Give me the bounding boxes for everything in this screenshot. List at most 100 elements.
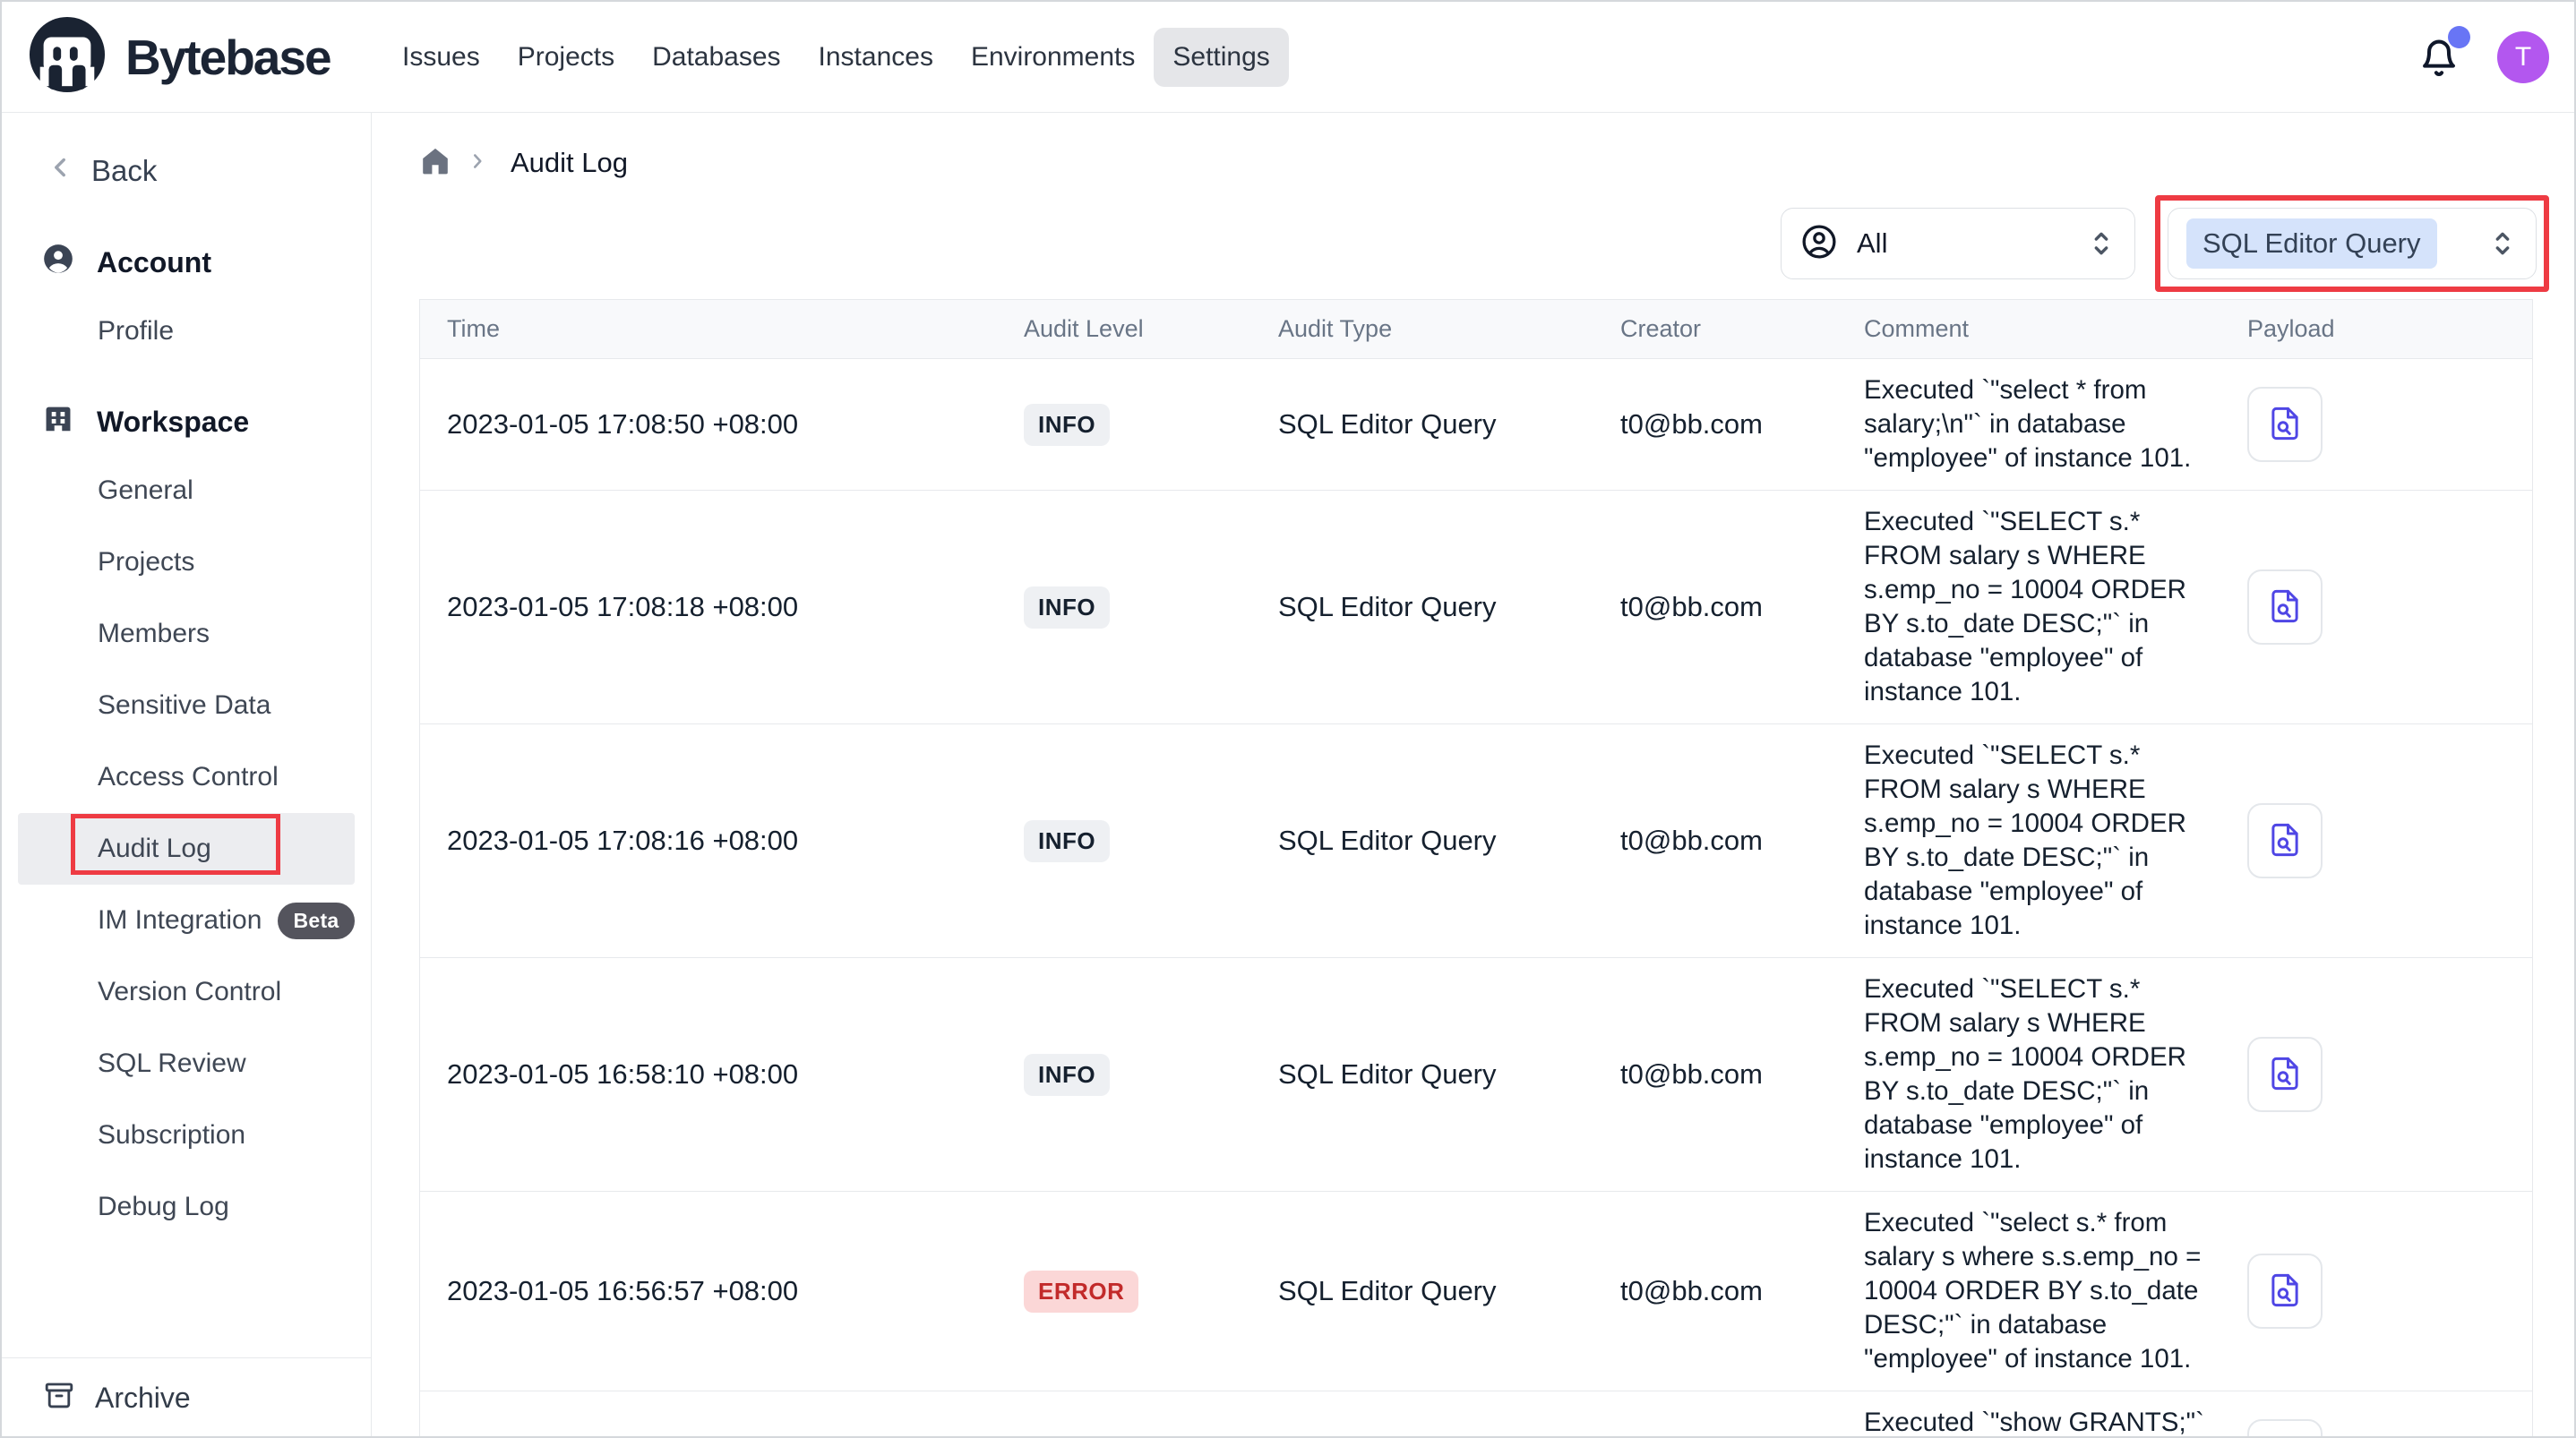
level-badge: INFO [1024, 586, 1110, 629]
back-button[interactable]: Back [45, 152, 371, 190]
brand-name: Bytebase [125, 29, 331, 86]
sidebar-item-sensitive-data[interactable]: Sensitive Data [2, 670, 371, 741]
column-header-audit-type: Audit Type [1251, 315, 1593, 343]
user-circle-outline-icon [1799, 222, 1839, 266]
audit-type-cell: SQL Editor Query [1251, 408, 1593, 441]
audit-type-filter-value: SQL Editor Query [2186, 218, 2437, 269]
breadcrumb: Audit Log [419, 143, 2533, 183]
sidebar-item-im-integration[interactable]: IM IntegrationBeta [2, 885, 371, 956]
comment-cell: Executed `"SELECT s.* FROM salary s WHER… [1837, 505, 2220, 709]
payload-cell [2220, 1037, 2532, 1112]
audit-type-filter-select[interactable]: SQL Editor Query [2168, 208, 2537, 279]
level-badge: INFO [1024, 1054, 1110, 1096]
main-content: Audit Log All [372, 113, 2574, 1438]
table-row: 2023-01-05 16:58:10 +08:00 INFO SQL Edit… [420, 958, 2532, 1192]
sidebar-item-debug-log[interactable]: Debug Log [2, 1171, 371, 1243]
sidebar-item-members[interactable]: Members [2, 598, 371, 670]
sidebar-item-label: Debug Log [98, 1192, 229, 1222]
home-icon[interactable] [419, 145, 451, 182]
audit-type-cell: SQL Editor Query [1251, 591, 1593, 623]
sidebar-item-label: SQL Review [98, 1049, 246, 1079]
table-body: 2023-01-05 17:08:50 +08:00 INFO SQL Edit… [420, 359, 2532, 1438]
view-payload-button[interactable] [2247, 803, 2323, 878]
sidebar-item-label: Projects [98, 547, 194, 578]
creator-cell: t0@bb.com [1593, 825, 1837, 857]
nav-item-environments[interactable]: Environments [952, 28, 1154, 87]
audit-log-table: TimeAudit LevelAudit TypeCreatorCommentP… [419, 299, 2533, 1438]
section-header-workspace: Workspace [41, 401, 371, 442]
account-items: Profile [2, 295, 371, 367]
level-badge: INFO [1024, 820, 1110, 862]
user-circle-icon [41, 242, 75, 283]
creator-cell: t0@bb.com [1593, 591, 1837, 623]
view-payload-button[interactable] [2247, 1254, 2323, 1329]
notification-dot [2448, 26, 2470, 48]
top-nav: Bytebase IssuesProjectsDatabasesInstance… [2, 2, 2574, 113]
level-badge: ERROR [1024, 1271, 1138, 1313]
file-search-icon [2266, 821, 2304, 861]
level-badge: INFO [1024, 404, 1110, 446]
section-header-account: Account [41, 242, 371, 283]
archive-icon [43, 1379, 75, 1418]
sidebar-item-sql-review[interactable]: SQL Review [2, 1028, 371, 1100]
audit-level-cell: INFO [997, 820, 1251, 862]
time-cell: 2023-01-05 16:58:10 +08:00 [420, 1058, 997, 1091]
creator-filter-select[interactable]: All [1781, 208, 2135, 279]
payload-cell [2220, 569, 2532, 645]
table-row: 2023-01-05 17:08:50 +08:00 INFO SQL Edit… [420, 359, 2532, 491]
table-row: 2023-01-05 17:08:18 +08:00 INFO SQL Edit… [420, 491, 2532, 724]
sidebar-item-access-control[interactable]: Access Control [2, 741, 371, 813]
avatar[interactable]: T [2497, 31, 2549, 83]
sidebar-item-version-control[interactable]: Version Control [2, 956, 371, 1028]
bell-icon [2418, 68, 2460, 83]
sidebar-item-projects[interactable]: Projects [2, 526, 371, 598]
time-cell: 2023-01-05 17:08:16 +08:00 [420, 825, 997, 857]
sidebar-item-archive[interactable]: Archive [2, 1357, 371, 1438]
brand[interactable]: Bytebase [29, 16, 374, 98]
sidebar-item-subscription[interactable]: Subscription [2, 1100, 371, 1171]
nav-item-databases[interactable]: Databases [633, 28, 799, 87]
sidebar-item-profile[interactable]: Profile [2, 295, 371, 367]
audit-type-cell: SQL Editor Query [1251, 1275, 1593, 1307]
view-payload-button[interactable] [2247, 1419, 2323, 1438]
audit-level-cell: INFO [997, 1054, 1251, 1096]
creator-filter-value: All [1857, 227, 1887, 260]
nav-item-issues[interactable]: Issues [383, 28, 499, 87]
column-header-creator: Creator [1593, 315, 1837, 343]
table-row: 2023-01-05 17:08:16 +08:00 INFO SQL Edit… [420, 724, 2532, 958]
nav-item-settings[interactable]: Settings [1154, 28, 1288, 87]
payload-cell [2220, 803, 2532, 878]
column-header-time: Time [420, 315, 997, 343]
sidebar-item-audit-log[interactable]: Audit Log [18, 813, 355, 885]
payload-cell [2220, 1254, 2532, 1329]
view-payload-button[interactable] [2247, 387, 2323, 462]
notifications-button[interactable] [2418, 35, 2460, 80]
payload-cell [2220, 387, 2532, 462]
main-nav: IssuesProjectsDatabasesInstancesEnvironm… [383, 28, 1289, 87]
nav-item-projects[interactable]: Projects [499, 28, 633, 87]
time-cell: 2023-01-05 17:08:18 +08:00 [420, 591, 997, 623]
sidebar-item-label: IM Integration [98, 905, 262, 936]
sidebar-item-label: Version Control [98, 977, 281, 1007]
section-title: Workspace [97, 406, 249, 439]
sidebar-item-general[interactable]: General [2, 455, 371, 526]
settings-sidebar: Back Account Profile [2, 113, 372, 1438]
filter-bar: All SQL Editor Query [419, 193, 2533, 294]
table-header-row: TimeAudit LevelAudit TypeCreatorCommentP… [420, 300, 2532, 359]
chevron-left-icon [45, 152, 75, 190]
file-search-icon [2266, 405, 2304, 445]
view-payload-button[interactable] [2247, 569, 2323, 645]
bytebase-logo-icon [29, 16, 106, 98]
sidebar-item-label: Members [98, 619, 210, 649]
audit-type-cell: SQL Editor Query [1251, 1058, 1593, 1091]
comment-cell: Executed `"select * from salary;\n"` in … [1837, 373, 2220, 475]
audit-type-cell: SQL Editor Query [1251, 825, 1593, 857]
building-icon [41, 401, 75, 442]
comment-cell: Executed `"select s.* from salary s wher… [1837, 1206, 2220, 1376]
nav-item-instances[interactable]: Instances [800, 28, 952, 87]
comment-cell: Executed `"SELECT s.* FROM salary s WHER… [1837, 972, 2220, 1177]
view-payload-button[interactable] [2247, 1037, 2323, 1112]
sidebar-item-label: Sensitive Data [98, 690, 270, 721]
section-title: Account [97, 246, 211, 279]
content-shell: Back Account Profile [2, 113, 2574, 1438]
